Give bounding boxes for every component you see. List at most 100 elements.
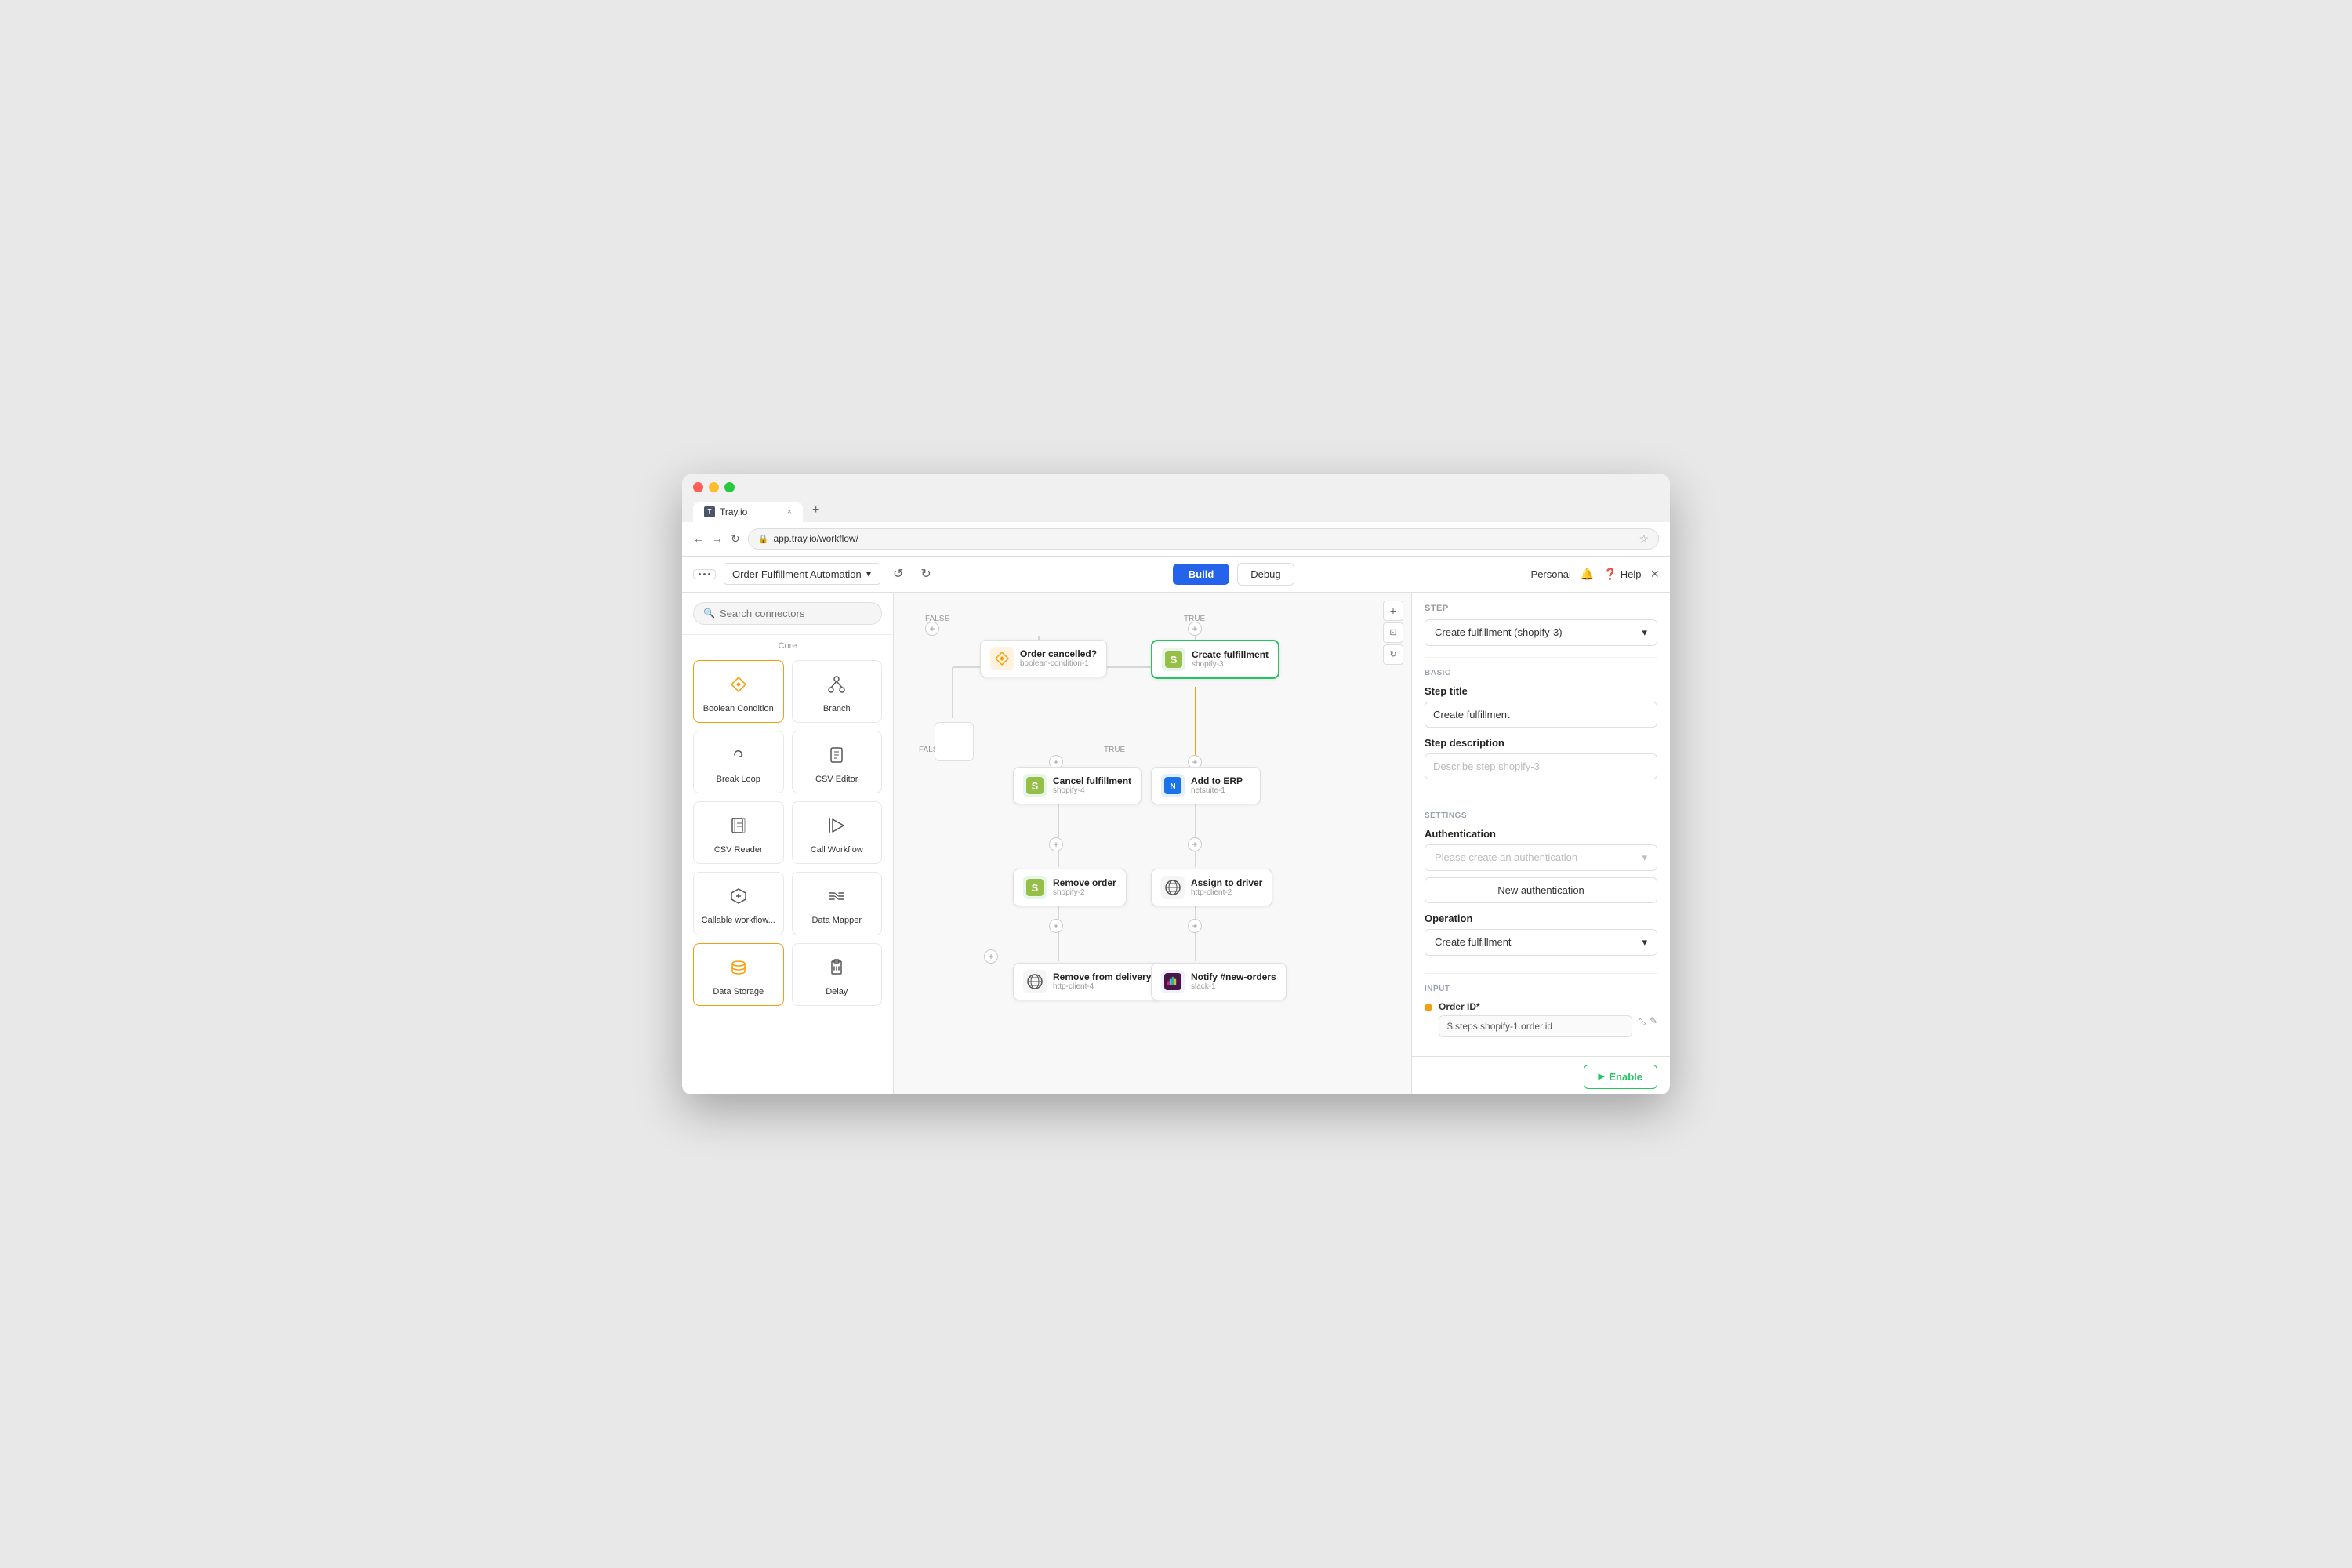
active-tab[interactable]: T Tray.io ×: [693, 502, 803, 522]
dot2: [703, 573, 706, 575]
order-id-dot: [1425, 1004, 1432, 1011]
order-id-field: Order ID* $.steps.shopify-1.order.id: [1439, 1001, 1632, 1037]
reload-btn[interactable]: ↻: [731, 532, 740, 546]
enable-label: Enable: [1609, 1071, 1642, 1083]
browser-chrome: T Tray.io × +: [682, 474, 1670, 522]
workflow-canvas[interactable]: FALSE TRUE FALSE TRUE + + + + + + + + +: [894, 593, 1411, 1094]
plus-remove-bot[interactable]: +: [1049, 919, 1063, 933]
plus-bottom[interactable]: +: [984, 949, 998, 964]
branch-icon: [824, 672, 849, 697]
connector-boolean-condition[interactable]: Boolean Condition: [693, 660, 784, 723]
shopify3-node[interactable]: S Create fulfillment shopify-3: [1151, 640, 1279, 679]
plus-assign-bot[interactable]: +: [1188, 919, 1202, 933]
shopify4-node-sub: shopify-4: [1053, 786, 1131, 795]
toolbar-right: Personal 🔔 ❓ Help ×: [1531, 566, 1659, 583]
step-desc-label: Step description: [1425, 737, 1657, 749]
step-title-label: Step title: [1425, 685, 1657, 697]
help-btn[interactable]: ❓ Help: [1603, 568, 1641, 581]
step-title-input[interactable]: [1425, 702, 1657, 728]
plus-cancel-mid[interactable]: +: [1049, 837, 1063, 851]
new-auth-btn[interactable]: New authentication: [1425, 877, 1657, 903]
zoom-in-btn[interactable]: +: [1383, 601, 1403, 621]
httpclient4-node-icon: [1023, 970, 1047, 993]
basic-section: BASIC Step title Step description: [1412, 658, 1670, 800]
expand-icon[interactable]: ⤡: [1639, 1015, 1646, 1027]
connector-data-storage-label: Data Storage: [713, 986, 764, 997]
httpclient2-node-sub: http-client-2: [1191, 888, 1262, 897]
redo-btn[interactable]: ↻: [916, 563, 935, 585]
enable-btn[interactable]: ▶ Enable: [1584, 1065, 1657, 1089]
order-id-value[interactable]: $.steps.shopify-1.order.id: [1439, 1015, 1632, 1037]
input-section: INPUT Order ID* $.steps.shopify-1.order.…: [1412, 974, 1670, 1056]
connector-callable-workflow-label: Callable workflow...: [702, 915, 775, 926]
condition-node[interactable]: Order cancelled? boolean-condition-1: [980, 640, 1107, 677]
connector-csv-editor[interactable]: CSV Editor: [792, 731, 883, 793]
connector-csv-reader[interactable]: CSV Reader: [693, 801, 784, 864]
more-options-btn[interactable]: [693, 569, 716, 579]
plus-false-top[interactable]: +: [925, 622, 939, 636]
csv-editor-icon: [824, 742, 849, 768]
connector-break-loop[interactable]: Break Loop: [693, 731, 784, 793]
close-traffic-btn[interactable]: [693, 482, 703, 492]
step-select[interactable]: Create fulfillment (shopify-3) ▾: [1425, 619, 1657, 646]
httpclient4-node[interactable]: Remove from delivery http-client-4: [1013, 963, 1161, 1000]
svg-text:S: S: [1032, 780, 1039, 792]
operation-value: Create fulfillment: [1435, 936, 1512, 948]
edit-icon[interactable]: ✎: [1650, 1015, 1657, 1027]
connector-data-storage[interactable]: Data Storage: [693, 943, 784, 1006]
true-label-mid: TRUE: [1104, 746, 1125, 754]
httpclient4-node-info: Remove from delivery http-client-4: [1053, 971, 1151, 991]
operation-select[interactable]: Create fulfillment ▾: [1425, 929, 1657, 956]
connector-delay[interactable]: Delay: [792, 943, 883, 1006]
auth-select[interactable]: Please create an authentication ▾: [1425, 844, 1657, 871]
help-label: Help: [1621, 568, 1642, 580]
back-btn[interactable]: ←: [693, 532, 704, 545]
zoom-refresh-btn[interactable]: ↻: [1383, 644, 1403, 665]
undo-btn[interactable]: ↺: [888, 563, 908, 585]
auth-chevron: ▾: [1642, 851, 1647, 864]
dot1: [699, 573, 701, 575]
call-workflow-icon: [824, 813, 849, 838]
step-desc-input[interactable]: [1425, 753, 1657, 779]
slack1-node[interactable]: Notify #new-orders slack-1: [1151, 963, 1287, 1000]
enable-bar: ▶ Enable: [1412, 1056, 1670, 1094]
search-input[interactable]: [720, 608, 872, 619]
bookmark-icon[interactable]: ☆: [1639, 532, 1649, 546]
app-close-btn[interactable]: ×: [1650, 566, 1659, 583]
sidebar-search: 🔍: [682, 593, 893, 635]
plus-netsuite-mid[interactable]: +: [1188, 837, 1202, 851]
debug-btn[interactable]: Debug: [1237, 563, 1294, 586]
shopify4-node[interactable]: S Cancel fulfillment shopify-4: [1013, 767, 1142, 804]
plus-true-top[interactable]: +: [1188, 622, 1202, 636]
build-btn[interactable]: Build: [1173, 564, 1230, 585]
workflow-name-select[interactable]: Order Fulfillment Automation ▾: [724, 563, 880, 585]
tab-close-btn[interactable]: ×: [787, 507, 792, 517]
connector-branch[interactable]: Branch: [792, 660, 883, 723]
url-text: app.tray.io/workflow/: [773, 533, 858, 544]
max-traffic-btn[interactable]: [724, 482, 735, 492]
forward-btn[interactable]: →: [712, 532, 723, 545]
new-tab-btn[interactable]: +: [804, 499, 827, 522]
httpclient2-node[interactable]: Assign to driver http-client-2: [1151, 869, 1272, 906]
sidebar: 🔍 Core Boolean Condition: [682, 593, 894, 1094]
connector-call-workflow[interactable]: Call Workflow: [792, 801, 883, 864]
shopify2-node[interactable]: S Remove order shopify-2: [1013, 869, 1127, 906]
shopify4-node-title: Cancel fulfillment: [1053, 775, 1131, 786]
zoom-fit-btn[interactable]: ⊡: [1383, 622, 1403, 643]
netsuite-node[interactable]: N Add to ERP netsuite-1: [1151, 767, 1261, 804]
tab-title: Tray.io: [720, 506, 747, 517]
shopify2-node-info: Remove order shopify-2: [1053, 877, 1116, 897]
url-bar[interactable]: 🔒 app.tray.io/workflow/ ☆: [748, 528, 1659, 550]
step-select-chevron: ▾: [1642, 626, 1647, 639]
shopify2-node-icon: S: [1023, 876, 1047, 899]
connector-callable-workflow[interactable]: Callable workflow...: [693, 872, 784, 935]
tab-bar: T Tray.io × +: [693, 499, 1659, 522]
min-traffic-btn[interactable]: [709, 482, 719, 492]
search-box[interactable]: 🔍: [693, 602, 882, 625]
step-section: Step Create fulfillment (shopify-3) ▾: [1412, 593, 1670, 657]
connector-data-mapper[interactable]: Data Mapper: [792, 872, 883, 935]
netsuite-node-sub: netsuite-1: [1191, 786, 1243, 795]
shopify3-node-title: Create fulfillment: [1192, 649, 1269, 660]
operation-chevron: ▾: [1642, 936, 1647, 949]
tab-favicon: T: [704, 506, 715, 517]
